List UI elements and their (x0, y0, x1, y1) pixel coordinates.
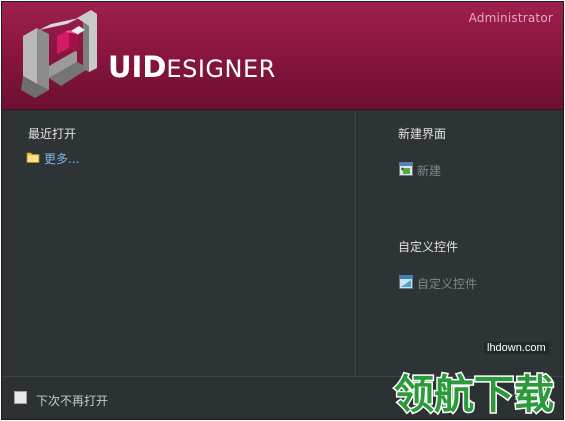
more-recent-link[interactable]: 更多... (44, 150, 79, 167)
custom-controls-title: 自定义控件 (398, 240, 459, 254)
watermark-logo: 领航下载 (393, 371, 556, 420)
logo-text-uid: UID (108, 50, 167, 84)
dont-open-checkbox[interactable] (14, 391, 27, 404)
custom-control-button[interactable]: 自定义控件 (417, 275, 477, 292)
new-ui-title: 新建界面 (398, 127, 447, 141)
logo-text: UIDESIGNER (108, 50, 276, 84)
watermark-url: lhdown.com (484, 342, 549, 354)
recent-panel: 最近打开 更多... (7, 111, 356, 376)
logo-text-esigner: ESIGNER (166, 55, 276, 83)
custom-control-icon (399, 275, 413, 289)
dont-open-label: 下次不再打开 (36, 394, 109, 408)
create-panel: 新建界面 新建 自定义控件 自定义控件 (357, 111, 560, 376)
header-banner: UIDESIGNER Administrator (2, 2, 563, 110)
new-window-icon (399, 162, 413, 176)
recent-title: 最近打开 (28, 127, 77, 141)
folder-icon (26, 152, 40, 163)
uidesigner-logo-icon (21, 10, 97, 98)
welcome-window: UIDESIGNER Administrator 最近打开 更多... 新建界面… (1, 1, 564, 420)
new-ui-button[interactable]: 新建 (417, 162, 441, 179)
current-user-label: Administrator (468, 11, 553, 25)
watermark-text: 领航下载 (394, 372, 554, 418)
start-content: 最近打开 更多... 新建界面 新建 自定义控件 自定义控件 (2, 111, 563, 376)
